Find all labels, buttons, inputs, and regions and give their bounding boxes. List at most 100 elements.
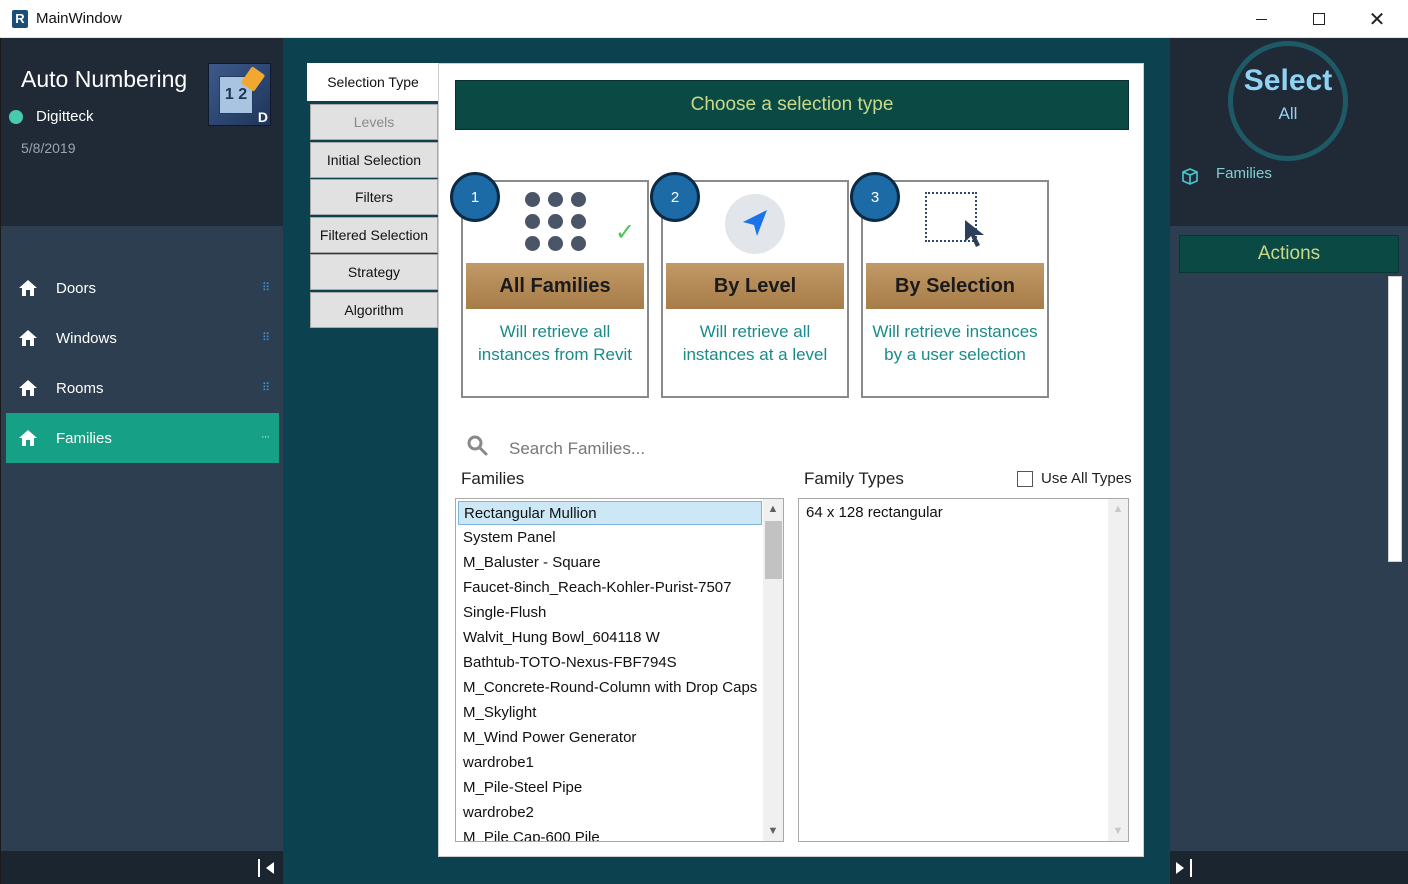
card-title: All Families xyxy=(466,263,644,309)
panel-banner: Choose a selection type xyxy=(455,80,1129,130)
close-button[interactable]: ✕ xyxy=(1348,0,1406,38)
list-item[interactable]: wardrobe2 xyxy=(458,801,762,825)
list-item[interactable]: 64 x 128 rectangular xyxy=(806,504,943,521)
actions-header: Actions xyxy=(1179,235,1399,273)
selection-type-panel: Choose a selection type 1 ✓ All Families… xyxy=(438,63,1144,857)
sidebar-item-label: Doors xyxy=(56,279,97,297)
card-description: Will retrieve instances by a user select… xyxy=(872,322,1038,364)
list-item[interactable]: M_Baluster - Square xyxy=(458,551,762,575)
card-by-selection[interactable]: 3 By Selection Will retrieve instances b… xyxy=(850,172,1049,398)
sidebar-item-windows[interactable]: Windows ⠿ xyxy=(6,313,279,363)
checkmark-icon: ✓ xyxy=(615,219,636,246)
right-sidebar: Select All Families Actions xyxy=(1170,38,1408,884)
select-title: Select xyxy=(1243,64,1333,97)
home-icon xyxy=(19,330,37,346)
revit-app-icon: R xyxy=(12,10,28,28)
title-bar: R MainWindow ✕ xyxy=(0,0,1408,38)
tab-strategy[interactable]: Strategy xyxy=(310,254,438,290)
list-item[interactable]: M_Skylight xyxy=(458,701,762,725)
navigation-arrow-icon xyxy=(725,194,785,254)
list-item[interactable]: M_Pile-Steel Pipe xyxy=(458,776,762,800)
maximize-button[interactable] xyxy=(1290,0,1348,38)
checkbox-label: Use All Types xyxy=(1041,470,1132,487)
checkbox-box[interactable] xyxy=(1017,470,1033,487)
list-item[interactable]: M_Wind Power Generator xyxy=(458,726,762,750)
families-indicator: Families xyxy=(1216,165,1272,182)
sidebar-item-label: Families xyxy=(56,429,112,447)
window-title: MainWindow xyxy=(36,10,122,27)
drag-handle-icon[interactable]: ⠿ xyxy=(262,381,270,394)
drag-handle-icon[interactable]: ⠿ xyxy=(262,331,270,344)
drag-handle-icon[interactable]: ⠿ xyxy=(262,281,270,294)
close-icon: ✕ xyxy=(1368,7,1386,31)
tab-initial-selection[interactable]: Initial Selection xyxy=(310,142,438,178)
left-sidebar: Auto Numbering Digitteck 5/8/2019 1 2 D … xyxy=(0,38,284,884)
tab-filtered-selection[interactable]: Filtered Selection xyxy=(310,217,438,253)
minimize-icon xyxy=(1255,18,1267,20)
list-item[interactable]: Bathtub-TOTO-Nexus-FBF794S xyxy=(458,651,762,675)
expand-right-icon[interactable] xyxy=(1172,857,1196,879)
date-label: 5/8/2019 xyxy=(21,140,76,156)
list-item[interactable]: Rectangular Mullion xyxy=(458,501,762,525)
tab-levels[interactable]: Levels xyxy=(310,104,438,140)
sidebar-item-families[interactable]: Families ··· xyxy=(6,413,279,463)
tab-filters[interactable]: Filters xyxy=(310,179,438,215)
list-item[interactable]: M_Pile Cap-600 Pile xyxy=(458,826,762,841)
maximize-icon xyxy=(1313,13,1325,25)
home-icon xyxy=(19,430,37,446)
card-number-badge: 3 xyxy=(850,172,900,222)
cursor-icon xyxy=(965,220,984,247)
cube-icon xyxy=(1182,168,1198,185)
dots-grid-icon xyxy=(523,192,593,256)
sidebar-item-doors[interactable]: Doors ⠿ xyxy=(6,263,279,313)
home-icon xyxy=(19,280,37,296)
card-title: By Selection xyxy=(866,263,1044,309)
scrollbar-thumb[interactable] xyxy=(765,521,782,579)
scroll-down-icon[interactable]: ▼ xyxy=(763,821,783,841)
sidebar-footer xyxy=(1,851,284,884)
card-description: Will retrieve all instances at a level xyxy=(682,322,828,364)
more-icon[interactable]: ··· xyxy=(261,431,270,443)
sidebar-item-label: Windows xyxy=(56,329,117,347)
app-logo: 1 2 D xyxy=(208,63,271,126)
right-footer xyxy=(1170,851,1408,884)
scroll-up-icon[interactable]: ▲ xyxy=(1108,499,1128,519)
card-all-families[interactable]: 1 ✓ All Families Will retrieve all insta… xyxy=(450,172,649,398)
scroll-down-icon[interactable]: ▼ xyxy=(1108,821,1128,841)
search-icon xyxy=(467,435,488,456)
tab-algorithm[interactable]: Algorithm xyxy=(310,292,438,328)
families-heading: Families xyxy=(461,469,525,488)
families-listbox[interactable]: Rectangular Mullion System Panel M_Balus… xyxy=(455,498,784,842)
card-description: Will retrieve all instances from Revit xyxy=(478,322,632,364)
card-title: By Level xyxy=(666,263,844,309)
status-dot-icon xyxy=(9,110,23,124)
sidebar-item-label: Rooms xyxy=(56,379,104,397)
sidebar-header: Auto Numbering Digitteck 5/8/2019 1 2 D xyxy=(1,38,284,226)
scroll-up-icon[interactable]: ▲ xyxy=(763,499,783,519)
actions-scrollbar[interactable] xyxy=(1388,276,1402,562)
family-types-listbox[interactable]: 64 x 128 rectangular ▲ ▼ xyxy=(798,498,1129,842)
sidebar-item-rooms[interactable]: Rooms ⠿ xyxy=(6,363,279,413)
select-all-ring[interactable]: Select All xyxy=(1228,41,1348,161)
family-types-heading: Family Types xyxy=(804,469,904,488)
right-header: Select All Families xyxy=(1170,38,1408,226)
list-item[interactable]: Walvit_Hung Bowl_604118 W xyxy=(458,626,762,650)
list-item[interactable]: M_Concrete-Round-Column with Drop Caps xyxy=(458,676,762,700)
card-by-level[interactable]: 2 By Level Will retrieve all instances a… xyxy=(650,172,849,398)
list-item[interactable]: System Panel xyxy=(458,526,762,550)
company-name: Digitteck xyxy=(36,108,94,125)
collapse-left-icon[interactable] xyxy=(254,857,278,879)
home-icon xyxy=(19,380,37,396)
tab-selection-type[interactable]: Selection Type xyxy=(307,63,439,101)
list-item[interactable]: Single-Flush xyxy=(458,601,762,625)
types-scrollbar[interactable]: ▲ ▼ xyxy=(1108,499,1128,841)
list-item[interactable]: Faucet-8inch_Reach-Kohler-Purist-7507 xyxy=(458,576,762,600)
select-subtitle: All xyxy=(1278,104,1298,123)
use-all-types-checkbox[interactable]: Use All Types xyxy=(1017,470,1132,487)
minimize-button[interactable] xyxy=(1232,0,1290,38)
card-number-badge: 1 xyxy=(450,172,500,222)
list-item[interactable]: wardrobe1 xyxy=(458,751,762,775)
search-families-input[interactable] xyxy=(509,434,809,464)
main-area: Selection Type Levels Initial Selection … xyxy=(283,38,1170,884)
families-scrollbar[interactable]: ▲ ▼ xyxy=(763,499,783,841)
